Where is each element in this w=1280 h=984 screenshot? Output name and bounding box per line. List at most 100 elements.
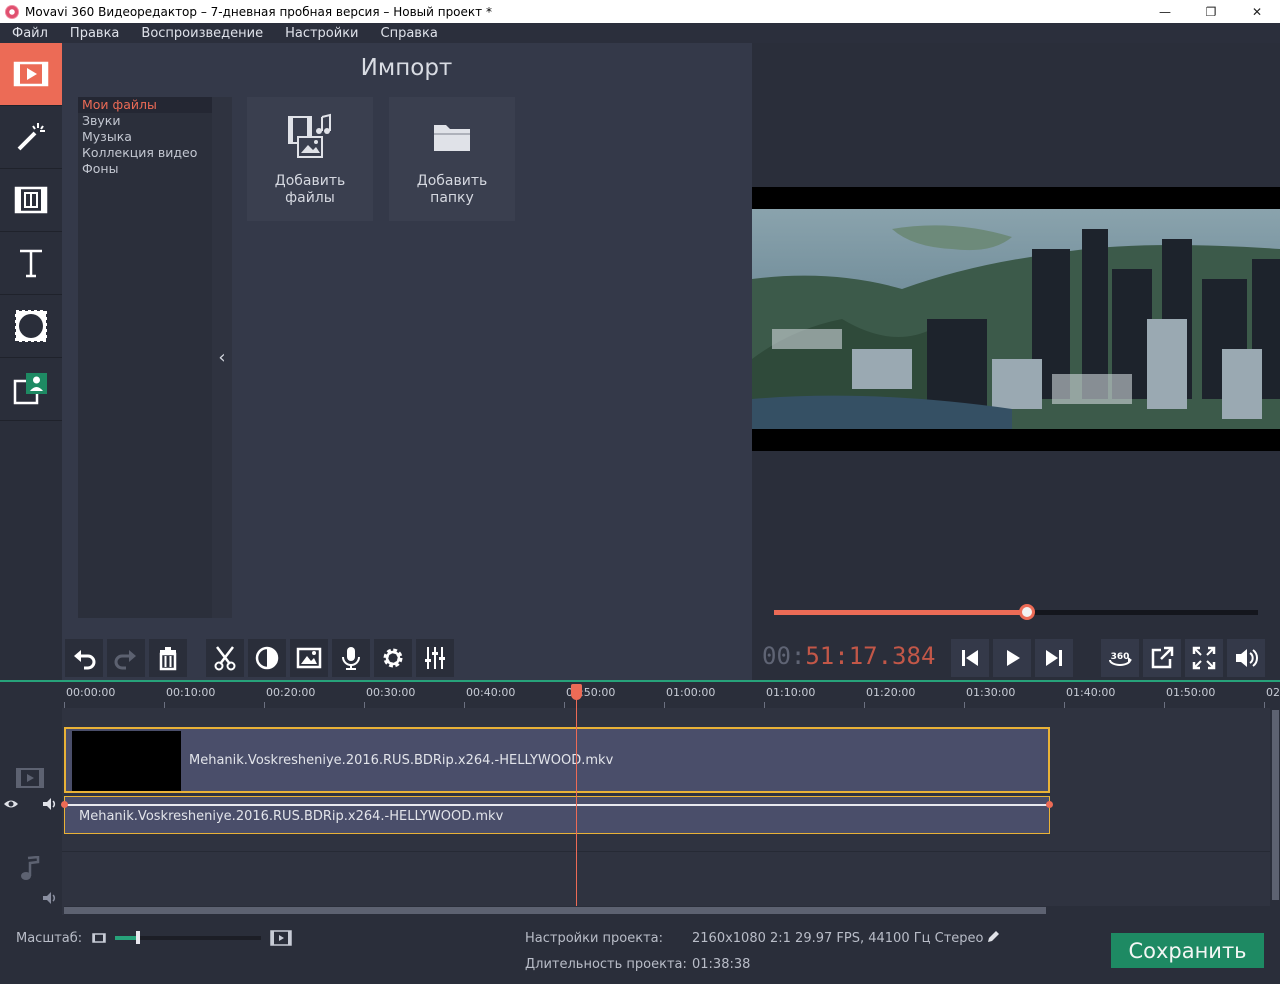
add-files-icon: [288, 113, 331, 158]
ruler-tick-label: 01:40:00: [1066, 686, 1116, 699]
timeline-ruler[interactable]: 00:00:00 00:10:00 00:20:00 00:30:00 00:40:00…: [0, 682, 1280, 708]
playhead-line: [576, 686, 577, 908]
record-voice-button[interactable]: [332, 639, 370, 677]
add-folder-tile[interactable]: Добавить папку: [389, 97, 515, 221]
previous-frame-button[interactable]: [951, 639, 989, 677]
fullscreen-icon: [1192, 646, 1216, 670]
checker-filter-icon: [15, 310, 47, 342]
status-bar: Масштаб: Настройки проекта: 2160x1080 2:…: [0, 915, 1280, 984]
crop-image-button[interactable]: [290, 639, 328, 677]
chevron-left-icon: ‹: [218, 347, 226, 368]
city-aerial-image: [752, 209, 1280, 429]
ruler-tick-label: 02: [1266, 686, 1280, 699]
next-frame-button[interactable]: [1035, 639, 1073, 677]
close-button[interactable]: ✕: [1234, 0, 1280, 23]
volume-keyframe-end[interactable]: [1046, 801, 1053, 808]
add-files-label-1: Добавить: [274, 173, 346, 189]
category-video-collection[interactable]: Коллекция видео: [78, 145, 212, 161]
menu-help[interactable]: Справка: [369, 26, 448, 41]
skip-back-icon: [962, 650, 978, 666]
video-clip-label: Mehanik.Voskresheniye.2016.RUS.BDRip.x26…: [189, 753, 614, 768]
eye-icon[interactable]: [3, 798, 19, 810]
playhead-handle[interactable]: [571, 684, 582, 700]
zoom-slider-fill: [115, 936, 139, 940]
scissors-icon: [214, 646, 236, 671]
playback-progress-bar[interactable]: [774, 604, 1258, 620]
undo-button[interactable]: [65, 639, 103, 677]
import-tool-button[interactable]: [0, 43, 62, 106]
ruler-tick-label: 00:00:00: [66, 686, 116, 699]
text-t-icon: [20, 249, 42, 278]
color-adjust-button[interactable]: [248, 639, 286, 677]
zoom-out-icon[interactable]: [92, 933, 106, 943]
category-backgrounds[interactable]: Фоны: [78, 161, 212, 177]
zoom-slider[interactable]: [115, 931, 261, 944]
volume-button[interactable]: [1227, 639, 1265, 677]
audio-track-volume-icon[interactable]: [42, 891, 58, 905]
category-my-files[interactable]: Мои файлы: [78, 97, 212, 113]
menu-file[interactable]: Файл: [0, 26, 58, 41]
timeline-horizontal-scrollbar[interactable]: [64, 906, 1280, 915]
ruler-tick-label: 01:00:00: [666, 686, 716, 699]
project-settings-label: Настройки проекта:: [525, 931, 664, 946]
zoom-in-icon[interactable]: [270, 930, 292, 946]
film-transition-icon: [14, 186, 48, 214]
audio-clip[interactable]: Mehanik.Voskresheniye.2016.RUS.BDRip.x26…: [61, 796, 1053, 834]
redo-icon: [114, 650, 136, 670]
playback-progress-handle[interactable]: [1019, 604, 1036, 620]
fullscreen-button[interactable]: [1185, 639, 1223, 677]
import-title: Импорт: [360, 55, 453, 81]
redo-button[interactable]: [107, 639, 145, 677]
save-button[interactable]: Сохранить: [1111, 933, 1264, 968]
filters-tool-button[interactable]: [0, 295, 62, 358]
gear-icon: [383, 648, 403, 668]
menu-edit[interactable]: Правка: [58, 26, 129, 41]
ruler-tick-label: 01:30:00: [966, 686, 1016, 699]
play-button[interactable]: [993, 639, 1031, 677]
ruler-tick-label: 01:50:00: [1166, 686, 1216, 699]
video-track-icon: [16, 768, 44, 788]
ruler-tick-label: 00:20:00: [266, 686, 316, 699]
ruler-tick-label: 00:30:00: [366, 686, 416, 699]
delete-button[interactable]: [149, 639, 187, 677]
ruler-tick-label: 01:10:00: [766, 686, 816, 699]
collapse-panel-button[interactable]: ‹: [212, 97, 232, 618]
add-folder-label-1: Добавить: [416, 173, 488, 189]
menu-settings[interactable]: Настройки: [273, 26, 368, 41]
audio-volume-line[interactable]: [65, 804, 1049, 806]
video-frame[interactable]: [752, 187, 1280, 451]
detach-preview-button[interactable]: [1143, 639, 1181, 677]
timecode-rest: 51:17.384: [805, 642, 936, 670]
titles-tool-button[interactable]: [0, 232, 62, 295]
edit-pencil-icon[interactable]: [986, 930, 1000, 944]
minimize-button[interactable]: —: [1142, 0, 1188, 23]
undo-icon: [74, 650, 96, 670]
cut-button[interactable]: [206, 639, 244, 677]
add-files-tile[interactable]: Добавить файлы: [247, 97, 373, 221]
edit-toolbar: [62, 636, 751, 681]
category-sounds[interactable]: Звуки: [78, 113, 212, 129]
ruler-tick-label: 01:20:00: [866, 686, 916, 699]
zoom-slider-handle[interactable]: [136, 931, 141, 944]
project-duration-label: Длительность проекта:: [525, 957, 687, 972]
video-track-volume-icon[interactable]: [42, 797, 58, 811]
category-list: Мои файлы Звуки Музыка Коллекция видео Ф…: [78, 97, 212, 618]
magic-wand-icon: [17, 123, 45, 151]
overlay-tool-button[interactable]: [0, 358, 62, 421]
maximize-button[interactable]: ❐: [1188, 0, 1234, 23]
transitions-tool-button[interactable]: [0, 169, 62, 232]
effects-tool-button[interactable]: [0, 106, 62, 169]
timeline-vertical-scrollbar[interactable]: [1270, 708, 1280, 906]
preview-panel: [752, 43, 1280, 636]
horizontal-scroll-thumb[interactable]: [64, 907, 1046, 914]
volume-keyframe-start[interactable]: [61, 801, 68, 808]
clip-properties-button[interactable]: [374, 639, 412, 677]
trash-icon: [159, 647, 177, 671]
video-clip[interactable]: Mehanik.Voskresheniye.2016.RUS.BDRip.x26…: [64, 727, 1050, 793]
vertical-scroll-thumb[interactable]: [1272, 710, 1279, 900]
equalizer-icon: [425, 647, 445, 669]
equalizer-button[interactable]: [416, 639, 454, 677]
view-360-button[interactable]: 360: [1101, 639, 1139, 677]
category-music[interactable]: Музыка: [78, 129, 212, 145]
menu-playback[interactable]: Воспроизведение: [129, 26, 273, 41]
